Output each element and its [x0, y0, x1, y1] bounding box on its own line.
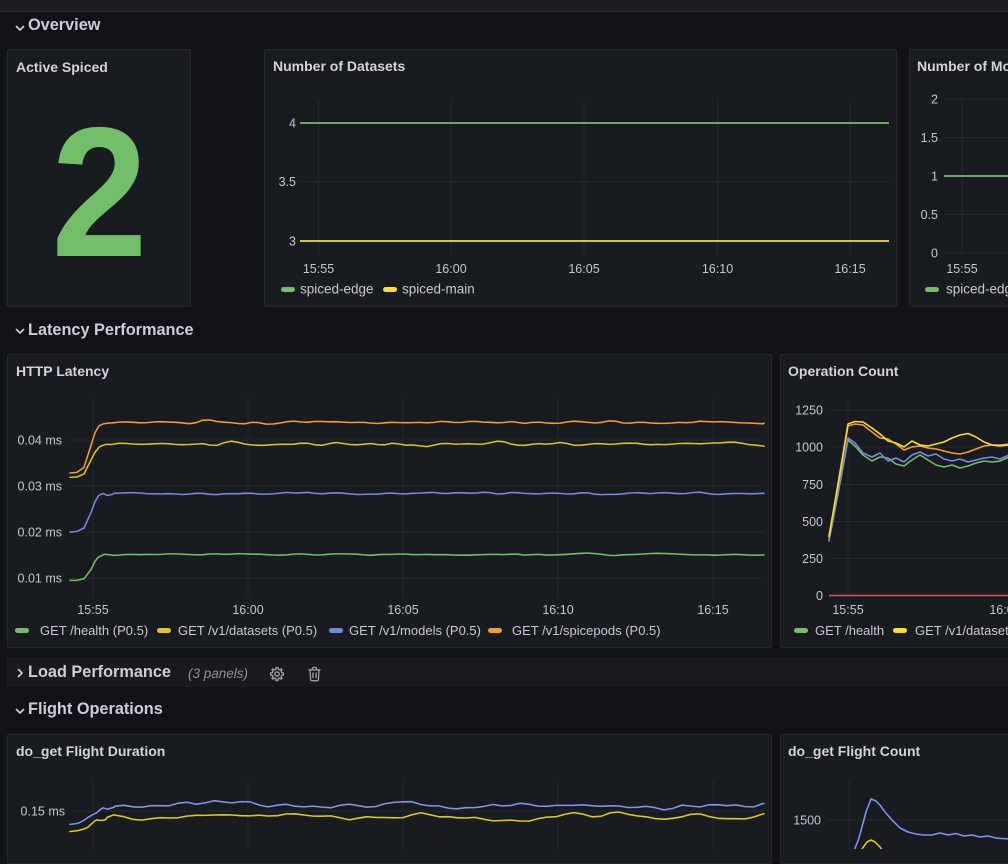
svg-text:750: 750 [802, 478, 823, 492]
svg-text:1500: 1500 [793, 814, 821, 828]
svg-text:16:00: 16:00 [435, 262, 466, 276]
svg-text:spiced-edge: spiced-edge [300, 282, 374, 297]
svg-text:3: 3 [289, 235, 296, 249]
svg-text:15:55: 15:55 [303, 262, 334, 276]
svg-text:15:55: 15:55 [832, 603, 863, 617]
svg-text:1.5: 1.5 [921, 131, 938, 145]
svg-text:2: 2 [931, 93, 938, 107]
svg-text:0.5: 0.5 [921, 208, 938, 222]
svg-text:16:05: 16:05 [568, 262, 599, 276]
svg-text:0.15 ms: 0.15 ms [21, 805, 65, 819]
svg-text:0: 0 [931, 247, 938, 261]
svg-text:GET /health (P0.5): GET /health (P0.5) [40, 623, 148, 638]
svg-text:16:05: 16:05 [989, 603, 1008, 617]
svg-text:0.01 ms: 0.01 ms [18, 572, 62, 586]
svg-text:0.03 ms: 0.03 ms [18, 480, 62, 494]
svg-text:GET /v1/models (P0.5): GET /v1/models (P0.5) [349, 623, 481, 638]
svg-text:GET /v1/datasets (P0.5): GET /v1/datasets (P0.5) [178, 623, 317, 638]
svg-text:Number of Datasets: Number of Datasets [273, 58, 405, 74]
svg-text:GET /health: GET /health [815, 623, 884, 638]
svg-text:15:55: 15:55 [77, 603, 108, 617]
svg-text:16:15: 16:15 [697, 603, 728, 617]
svg-text:250: 250 [802, 552, 823, 566]
svg-text:16:10: 16:10 [702, 262, 733, 276]
svg-text:0: 0 [816, 589, 823, 603]
svg-text:500: 500 [802, 515, 823, 529]
svg-text:3.5: 3.5 [279, 175, 296, 189]
svg-text:0.02 ms: 0.02 ms [18, 526, 62, 540]
svg-text:0.04 ms: 0.04 ms [18, 434, 62, 448]
svg-text:HTTP Latency: HTTP Latency [16, 363, 109, 379]
svg-text:1250: 1250 [795, 404, 823, 418]
svg-text:4: 4 [289, 117, 296, 131]
svg-text:15:55: 15:55 [946, 262, 977, 276]
svg-text:16:05: 16:05 [387, 603, 418, 617]
svg-text:1000: 1000 [795, 441, 823, 455]
svg-text:do_get Flight Duration: do_get Flight Duration [16, 743, 165, 759]
svg-text:16:15: 16:15 [834, 262, 865, 276]
svg-text:Number of Mo: Number of Mo [917, 58, 1008, 74]
svg-text:16:00: 16:00 [232, 603, 263, 617]
svg-text:GET /v1/datasets: GET /v1/datasets [915, 623, 1008, 638]
svg-text:do_get Flight Count: do_get Flight Count [788, 743, 921, 759]
svg-text:1: 1 [931, 170, 938, 184]
svg-text:16:10: 16:10 [542, 603, 573, 617]
svg-text:spiced-main: spiced-main [402, 282, 475, 297]
svg-text:spiced-edge: spiced-edge [946, 282, 1008, 297]
svg-text:Operation Count: Operation Count [788, 363, 899, 379]
svg-text:GET /v1/spicepods (P0.5): GET /v1/spicepods (P0.5) [512, 623, 661, 638]
